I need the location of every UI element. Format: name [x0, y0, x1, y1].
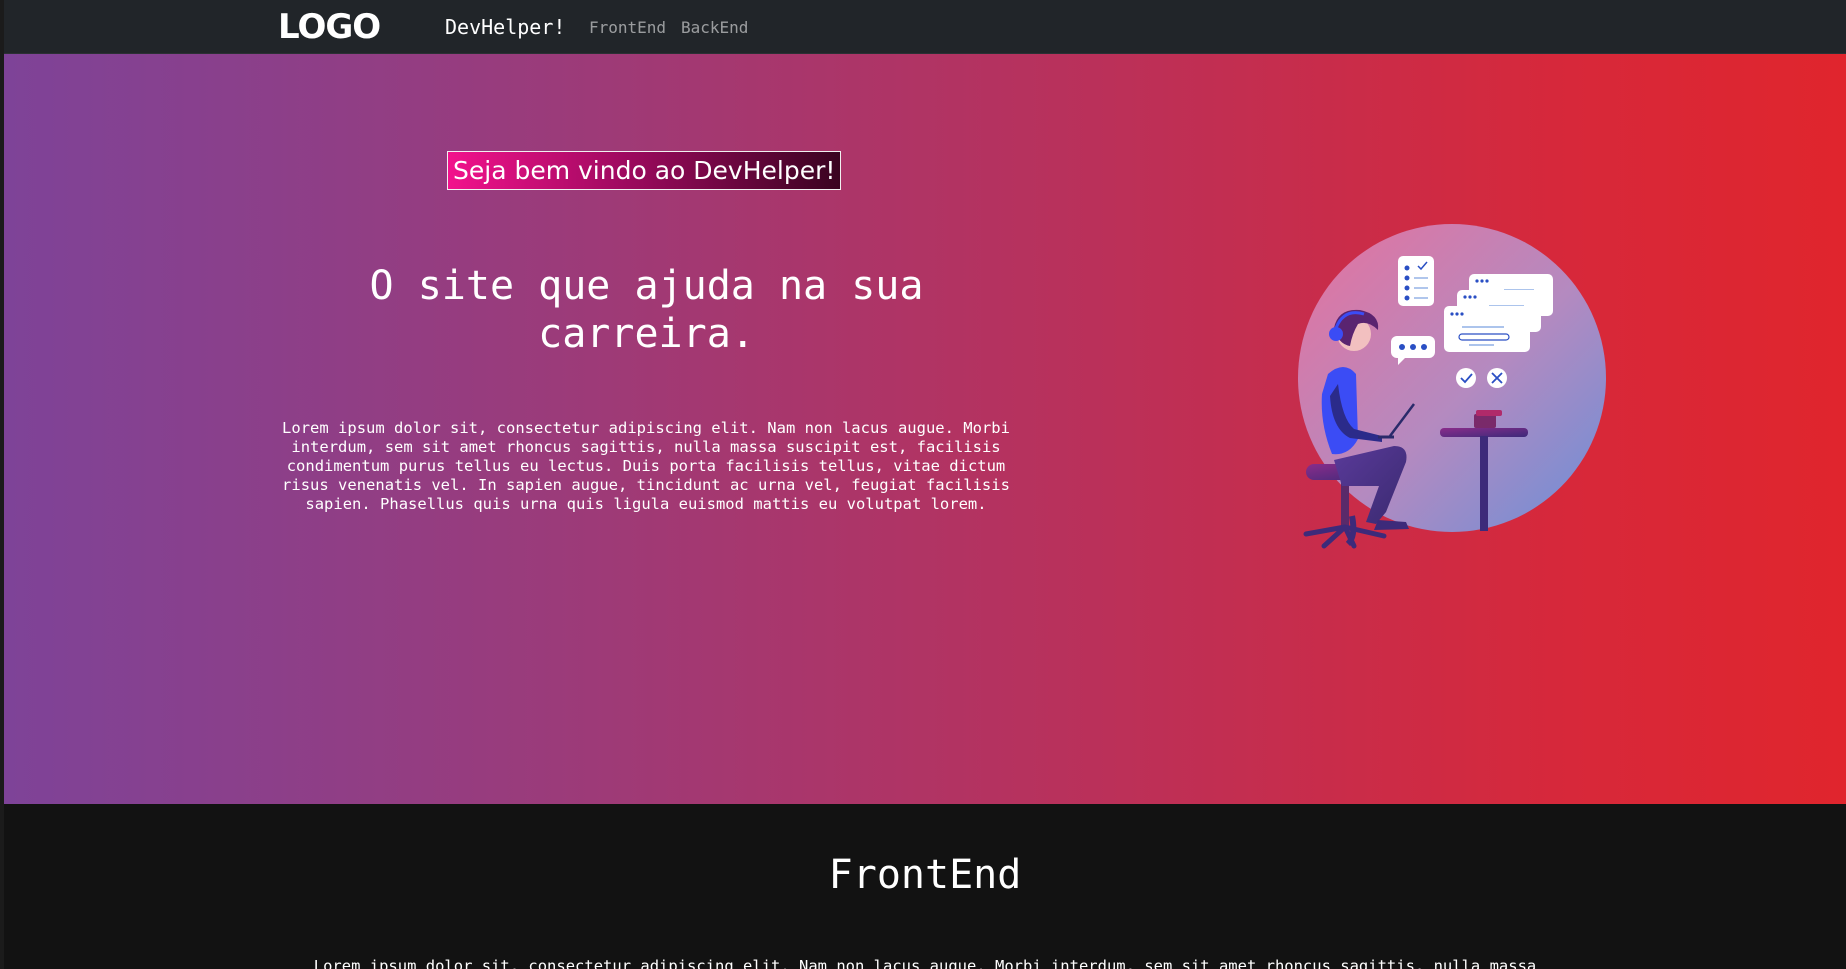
check-circle-icon	[1456, 368, 1476, 388]
welcome-badge: Seja bem vindo ao DevHelper!	[447, 151, 842, 190]
hero-lead-text: Lorem ipsum dolor sit, consectetur adipi…	[282, 419, 1010, 513]
nav-link-backend[interactable]: BackEnd	[681, 18, 748, 37]
hero-headline: O site que ajuda na sua carreira.	[369, 263, 924, 357]
navbar: LOGO DevHelper! FrontEnd BackEnd	[4, 0, 1846, 54]
brand-link[interactable]: DevHelper!	[445, 15, 565, 39]
nav-link-frontend[interactable]: FrontEnd	[589, 18, 666, 37]
person-working-at-laptop-illustration	[1298, 224, 1606, 549]
frontend-section-text: Lorem ipsum dolor sit, consectetur adipi…	[313, 957, 1537, 969]
frontend-section-title: FrontEnd	[828, 852, 1022, 898]
hero-section: Seja bem vindo ao DevHelper! O site que …	[4, 54, 1846, 804]
side-table	[1440, 428, 1528, 437]
frontend-section: FrontEnd Lorem ipsum dolor sit, consecte…	[4, 804, 1846, 969]
logo[interactable]: LOGO	[278, 7, 381, 47]
